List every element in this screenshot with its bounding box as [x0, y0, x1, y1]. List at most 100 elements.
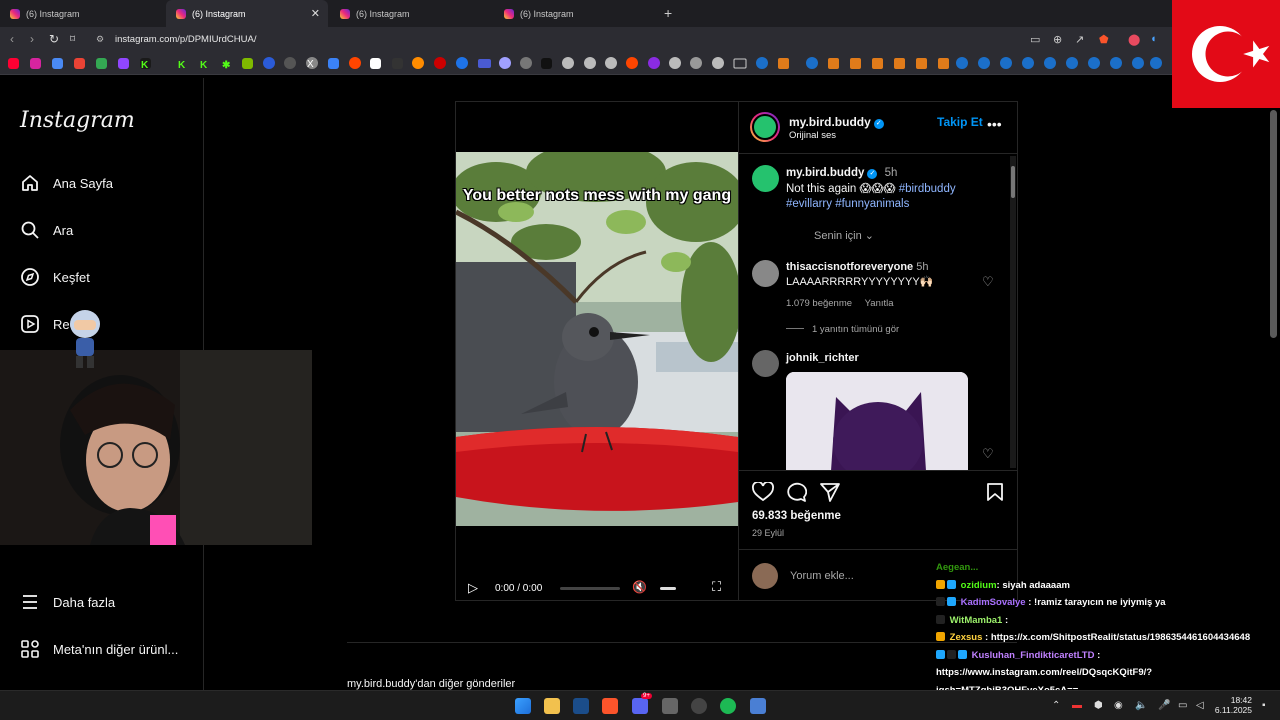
mic-icon[interactable]: 🎤 [1158, 700, 1170, 711]
brave-shield-icon[interactable]: ⬟ [1099, 33, 1109, 46]
svg-text:X: X [307, 59, 314, 70]
mute-icon[interactable]: 🔇 [632, 580, 647, 594]
nav-label: Meta'nın diğer ürünl... [53, 641, 179, 657]
comments-scrollbar[interactable] [1010, 156, 1016, 468]
drive-icon [96, 58, 107, 69]
nav-meta-products[interactable]: Meta'nın diğer ürünl... [20, 639, 178, 659]
wallet-icon[interactable]: ◖ [1150, 33, 1157, 45]
apps-icon [20, 639, 40, 659]
clock[interactable]: 18:42 6.11.2025 [1212, 695, 1252, 715]
like-icon[interactable] [752, 481, 774, 507]
comment-username[interactable]: johnik_richter [786, 352, 859, 364]
translate-icon [52, 58, 63, 69]
windows-taskbar: 9+ ⌃ ▬ ⬢ ◉ 🔈 🎤 ▭ ◁ 18:42 6.11.2025 ▪ [0, 690, 1280, 720]
app-icon[interactable] [662, 698, 678, 714]
post-media[interactable]: You better nots mess with my gang ▷ 0:00… [456, 102, 738, 600]
page-scrollbar[interactable] [1270, 110, 1277, 338]
share-icon[interactable]: ↗ [1075, 33, 1084, 46]
view-replies[interactable]: 1 yanıtın tümünü gör [786, 324, 899, 335]
fullscreen-icon[interactable]: ⛶ [712, 579, 721, 595]
file-explorer-icon[interactable] [544, 698, 560, 714]
chat-message: KadimSovalye : !ramiz tarayıcın ne iyiym… [936, 597, 1266, 615]
back-icon[interactable]: ‹ [10, 32, 14, 46]
browser-tab[interactable]: (6) Instagram [0, 0, 162, 27]
caption-username[interactable]: my.bird.buddy [786, 167, 864, 179]
comment-icon[interactable] [785, 482, 808, 507]
browser-tab[interactable]: (6) Instagram [330, 0, 492, 27]
badge-icon [947, 597, 956, 606]
url-field[interactable]: instagram.com/p/DPMIUrdCHUA/ [115, 34, 256, 45]
post-date: 29 Eylül [752, 528, 785, 538]
video-controls: ▷ 0:00 / 0:00 🔇 ⛶ [456, 576, 738, 600]
video-frame[interactable]: You better nots mess with my gang [456, 152, 738, 526]
chat-username: Zexsus [949, 632, 983, 643]
share-icon[interactable] [819, 482, 841, 507]
tab-title: (6) Instagram [520, 8, 574, 19]
heart-icon[interactable]: ♡ [982, 446, 994, 462]
start-icon[interactable] [515, 698, 531, 714]
follow-button[interactable]: Takip Et [937, 115, 983, 129]
browser-tab[interactable]: (6) Instagram [494, 0, 656, 27]
commenter-avatar[interactable] [752, 350, 779, 377]
steam-icon[interactable] [573, 698, 589, 714]
bookmark-icon[interactable]: ⌑ [70, 34, 75, 45]
caption-hashtags[interactable]: #evillarry #funnyanimals [786, 198, 909, 210]
reload-icon[interactable]: ↻ [49, 32, 59, 46]
heart-icon[interactable]: ♡ [982, 274, 994, 290]
spotify-icon[interactable] [720, 698, 736, 714]
nav-more[interactable]: Daha fazla [20, 592, 115, 612]
progress-bar[interactable] [560, 587, 620, 590]
comment-filter-dropdown[interactable]: Senin için ⌄ [814, 229, 874, 242]
instagram-logo[interactable]: Instagram [20, 108, 135, 133]
author-avatar[interactable] [750, 112, 780, 142]
volume-icon[interactable]: ◁ [1196, 700, 1204, 711]
reply-button[interactable]: Yanıtla [865, 298, 894, 309]
caption-text: Not this again 😱😱😱 [786, 182, 896, 195]
save-icon[interactable] [986, 482, 1004, 507]
comment-image[interactable] [786, 372, 968, 471]
notification-icon[interactable]: ▪ [1262, 700, 1266, 711]
browser-tab-active[interactable]: (6) Instagram ✕ [166, 0, 328, 27]
streamer-camera-image [0, 350, 312, 545]
app-icon[interactable] [750, 698, 766, 714]
zoom-icon[interactable]: ⊕ [1053, 33, 1062, 46]
video-overlay-text: You better nots mess with my gang [462, 187, 732, 204]
more-options-icon[interactable]: ••• [987, 116, 1002, 132]
tray-icon[interactable]: ⬢ [1094, 700, 1103, 711]
nav-explore[interactable]: Keşfet [20, 267, 90, 287]
like-count[interactable]: 69.833 beğenme [752, 510, 841, 522]
play-icon[interactable]: ▷ [468, 580, 478, 596]
steam-tray-icon[interactable]: ◉ [1114, 700, 1123, 711]
comment-username[interactable]: thisaccisnotforeveryone [786, 261, 913, 273]
obs-icon[interactable] [691, 698, 707, 714]
tab-title: (6) Instagram [192, 8, 246, 19]
caption-hashtag[interactable]: #birdbuddy [899, 183, 956, 195]
commenter-avatar[interactable] [752, 260, 779, 287]
brave-icon[interactable] [602, 698, 618, 714]
speaker-icon[interactable]: 🔈 [1135, 700, 1147, 711]
chat-message: Kusluhan_FindikticaretLTD : [936, 649, 1266, 668]
extension-icon[interactable]: ⬤ [1128, 33, 1140, 46]
network-icon[interactable]: ▭ [1178, 700, 1187, 711]
comment-likes[interactable]: 1.079 beğenme [786, 298, 852, 309]
forward-icon[interactable]: › [30, 32, 34, 46]
audio-subtitle[interactable]: Orijinal ses [789, 130, 836, 141]
site-info-icon[interactable]: ⚙ [96, 34, 104, 45]
screen-icon[interactable]: ▭ [1030, 33, 1040, 46]
discord-icon[interactable] [632, 698, 648, 714]
close-tab-icon[interactable]: ✕ [311, 7, 320, 20]
discord-badge: 9+ [641, 693, 652, 699]
comment-input[interactable]: Yorum ekle... [790, 570, 854, 582]
caption-avatar[interactable] [752, 165, 779, 192]
nav-home[interactable]: Ana Sayfa [20, 173, 113, 193]
nav-search[interactable]: Ara [20, 220, 73, 240]
chat-username: KadimSovalye [960, 597, 1026, 608]
volume-slider[interactable] [660, 587, 676, 590]
author-username[interactable]: my.bird.buddy [789, 115, 871, 129]
divider [739, 549, 1018, 550]
badge-icon [936, 579, 945, 589]
chevron-up-icon[interactable]: ⌃ [1052, 700, 1060, 711]
instagram-favicon-icon [10, 8, 20, 19]
new-tab-button[interactable]: + [664, 5, 672, 21]
tray-icon[interactable]: ▬ [1072, 700, 1082, 711]
